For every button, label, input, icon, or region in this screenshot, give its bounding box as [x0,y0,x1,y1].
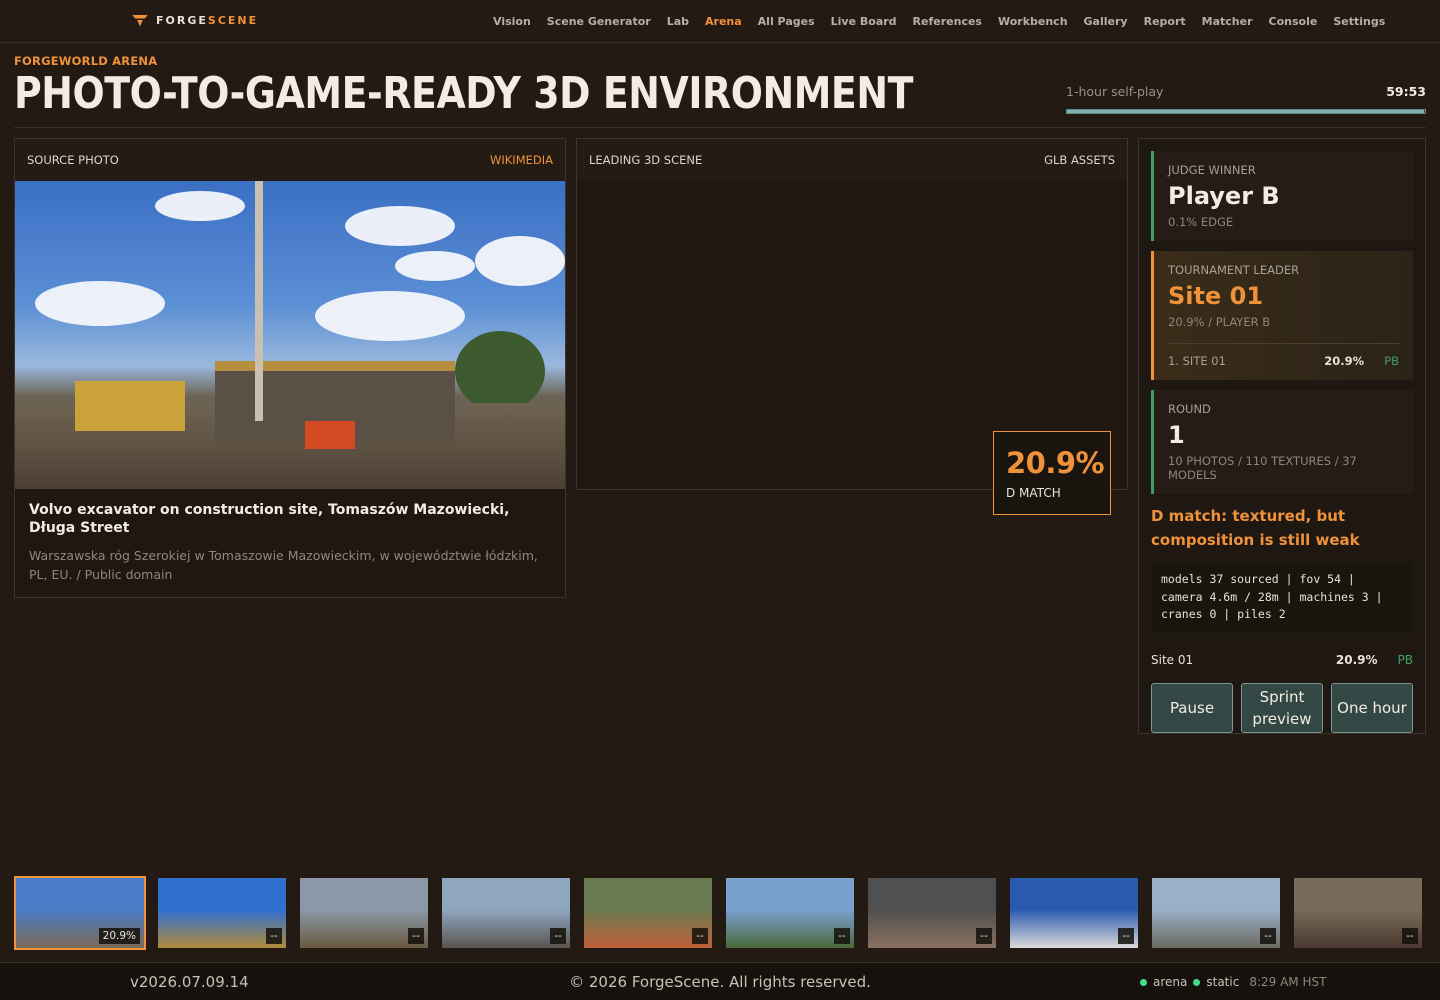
status-arena: arena [1153,975,1188,989]
thumbnail-score-badge: -- [550,928,566,944]
nav-scene-generator[interactable]: Scene Generator [539,15,659,28]
round-sub: 10 PHOTOS / 110 TEXTURES / 37 MODELS [1168,454,1357,482]
status-clock: 8:29 AM HST [1249,975,1327,989]
match-score-value: 20.9% [1006,446,1105,480]
thumbnail-score-badge: -- [408,928,424,944]
footer: v2026.07.09.14 © 2026 ForgeScene. All ri… [0,962,1440,1000]
thumbnail-score-badge: -- [834,928,850,944]
photo-caption: Volvo excavator on construction site, To… [15,489,565,596]
forge-logo-icon [132,15,148,27]
photo-title: Volvo excavator on construction site, To… [29,502,510,536]
scene-header: LEADING 3D SCENE GLB ASSETS [577,139,1127,181]
thumbnail-6[interactable]: -- [724,876,856,950]
status-indicators: arena static 8:29 AM HST [1140,975,1326,989]
leaderboard-row-name: 1. SITE 01 [1168,354,1226,368]
round-value: 1 [1168,421,1185,449]
nav-gallery[interactable]: Gallery [1076,15,1136,28]
page-title: PHOTO-TO-GAME-READY 3D ENVIRONMENT [14,68,913,119]
status-dot-icon [1140,978,1147,986]
status-static: static [1206,975,1240,989]
nav-references[interactable]: References [905,15,990,28]
timer-progress-bar [1066,109,1426,114]
thumbnail-score-badge: -- [1402,928,1418,944]
leaderboard-row-tag: PB [1384,354,1399,368]
match-score-label: D MATCH [1006,486,1061,500]
judge-winner-edge: 0.1% EDGE [1168,215,1234,229]
match-score-box: 20.9% D MATCH [993,431,1111,515]
judge-winner-card: JUDGE WINNER Player B 0.1% EDGE [1151,151,1413,241]
nav-lab[interactable]: Lab [659,15,697,28]
standing-name: Site 01 [1151,652,1194,667]
thumbnail-8[interactable]: -- [1008,876,1140,950]
nav-settings[interactable]: Settings [1325,15,1393,28]
leader-sub: 20.9% / PLAYER B [1168,315,1271,329]
thumbnail-9[interactable]: -- [1150,876,1282,950]
thumbnail-1[interactable]: 20.9% [14,876,146,950]
judge-winner-value: Player B [1168,182,1280,210]
nav-report[interactable]: Report [1136,15,1194,28]
arena-sidebar: JUDGE WINNER Player B 0.1% EDGE TOURNAME… [1138,138,1426,734]
timer-label: 1-hour self-play [1066,84,1164,99]
timer-value: 59:53 [1386,84,1426,99]
playback-controls: Pause Sprint preview One hour [1151,682,1413,733]
glb-assets-link[interactable]: GLB ASSETS [1044,153,1115,167]
leader-label: TOURNAMENT LEADER [1168,263,1300,277]
page-eyebrow: FORGEWORLD ARENA [14,54,158,68]
one-hour-button[interactable]: One hour [1331,682,1413,733]
photo-filmstrip: 20.9% -- -- -- -- -- -- -- -- -- [14,876,1426,952]
sprint-preview-button[interactable]: Sprint preview [1241,682,1323,733]
scene-viewport[interactable]: 20.9% D MATCH [577,181,1127,515]
standing-tag: PB [1397,652,1413,667]
brand-name: FORGESCENE [156,14,259,27]
status-dot-icon [1193,978,1201,986]
nav-console[interactable]: Console [1261,15,1326,28]
thumbnail-score-badge: -- [1260,928,1276,944]
leading-scene-panel: LEADING 3D SCENE GLB ASSETS 20.9% D MATC… [576,138,1128,515]
nav-all-pages[interactable]: All Pages [750,15,823,28]
source-photo-label: SOURCE PHOTO [27,153,119,167]
standing-pct: 20.9% [1335,652,1378,667]
brand-logo[interactable]: FORGESCENE [132,14,258,27]
nav-live-board[interactable]: Live Board [823,15,905,28]
round-card: ROUND 1 10 PHOTOS / 110 TEXTURES / 37 MO… [1151,390,1413,494]
leader-value: Site 01 [1168,282,1264,310]
nav-vision[interactable]: Vision [485,15,539,28]
timer-progress-fill [1067,110,1425,113]
source-provider-link[interactable]: WIKIMEDIA [490,153,553,167]
leaderboard-row-pct: 20.9% [1324,354,1365,368]
thumbnail-4[interactable]: -- [440,876,572,950]
thumbnail-10[interactable]: -- [1292,876,1424,950]
thumbnail-score-badge: -- [266,928,282,944]
thumbnail-score-badge: 20.9% [98,928,140,944]
source-photo-image [15,181,565,489]
round-label: ROUND [1168,402,1211,416]
thumbnail-score-badge: -- [692,928,708,944]
scene-stats: models 37 sourced | fov 54 | camera 4.6m… [1151,562,1413,633]
pause-button[interactable]: Pause [1151,682,1233,733]
tournament-leader-card: TOURNAMENT LEADER Site 01 20.9% / PLAYER… [1151,251,1413,380]
nav-matcher[interactable]: Matcher [1194,15,1261,28]
thumbnail-score-badge: -- [976,928,992,944]
nav-arena[interactable]: Arena [697,15,750,28]
match-verdict: D match: textured, but composition is st… [1151,507,1360,549]
scene-label: LEADING 3D SCENE [589,153,703,167]
judge-winner-label: JUDGE WINNER [1168,163,1256,177]
thumbnail-7[interactable]: -- [866,876,998,950]
source-photo-panel: SOURCE PHOTO WIKIMEDIA Volvo excavator o… [14,138,566,598]
standing-row: Site 01 20.9% PB [1151,653,1413,667]
nav-workbench[interactable]: Workbench [990,15,1076,28]
nav-links: Vision Scene Generator Lab Arena All Pages Li… [485,0,1393,43]
thumbnail-5[interactable]: -- [582,876,714,950]
thumbnail-3[interactable]: -- [298,876,430,950]
leaderboard-row[interactable]: 1. SITE 01 20.9% PB [1168,343,1399,368]
thumbnail-score-badge: -- [1118,928,1134,944]
top-nav: FORGESCENE Vision Scene Generator Lab Arena… [0,0,1440,43]
header-divider [14,127,1426,128]
source-photo-header: SOURCE PHOTO WIKIMEDIA [15,139,565,181]
photo-meta: Warszawska róg Szerokiej w Tomaszowie Ma… [29,548,538,582]
thumbnail-2[interactable]: -- [156,876,288,950]
